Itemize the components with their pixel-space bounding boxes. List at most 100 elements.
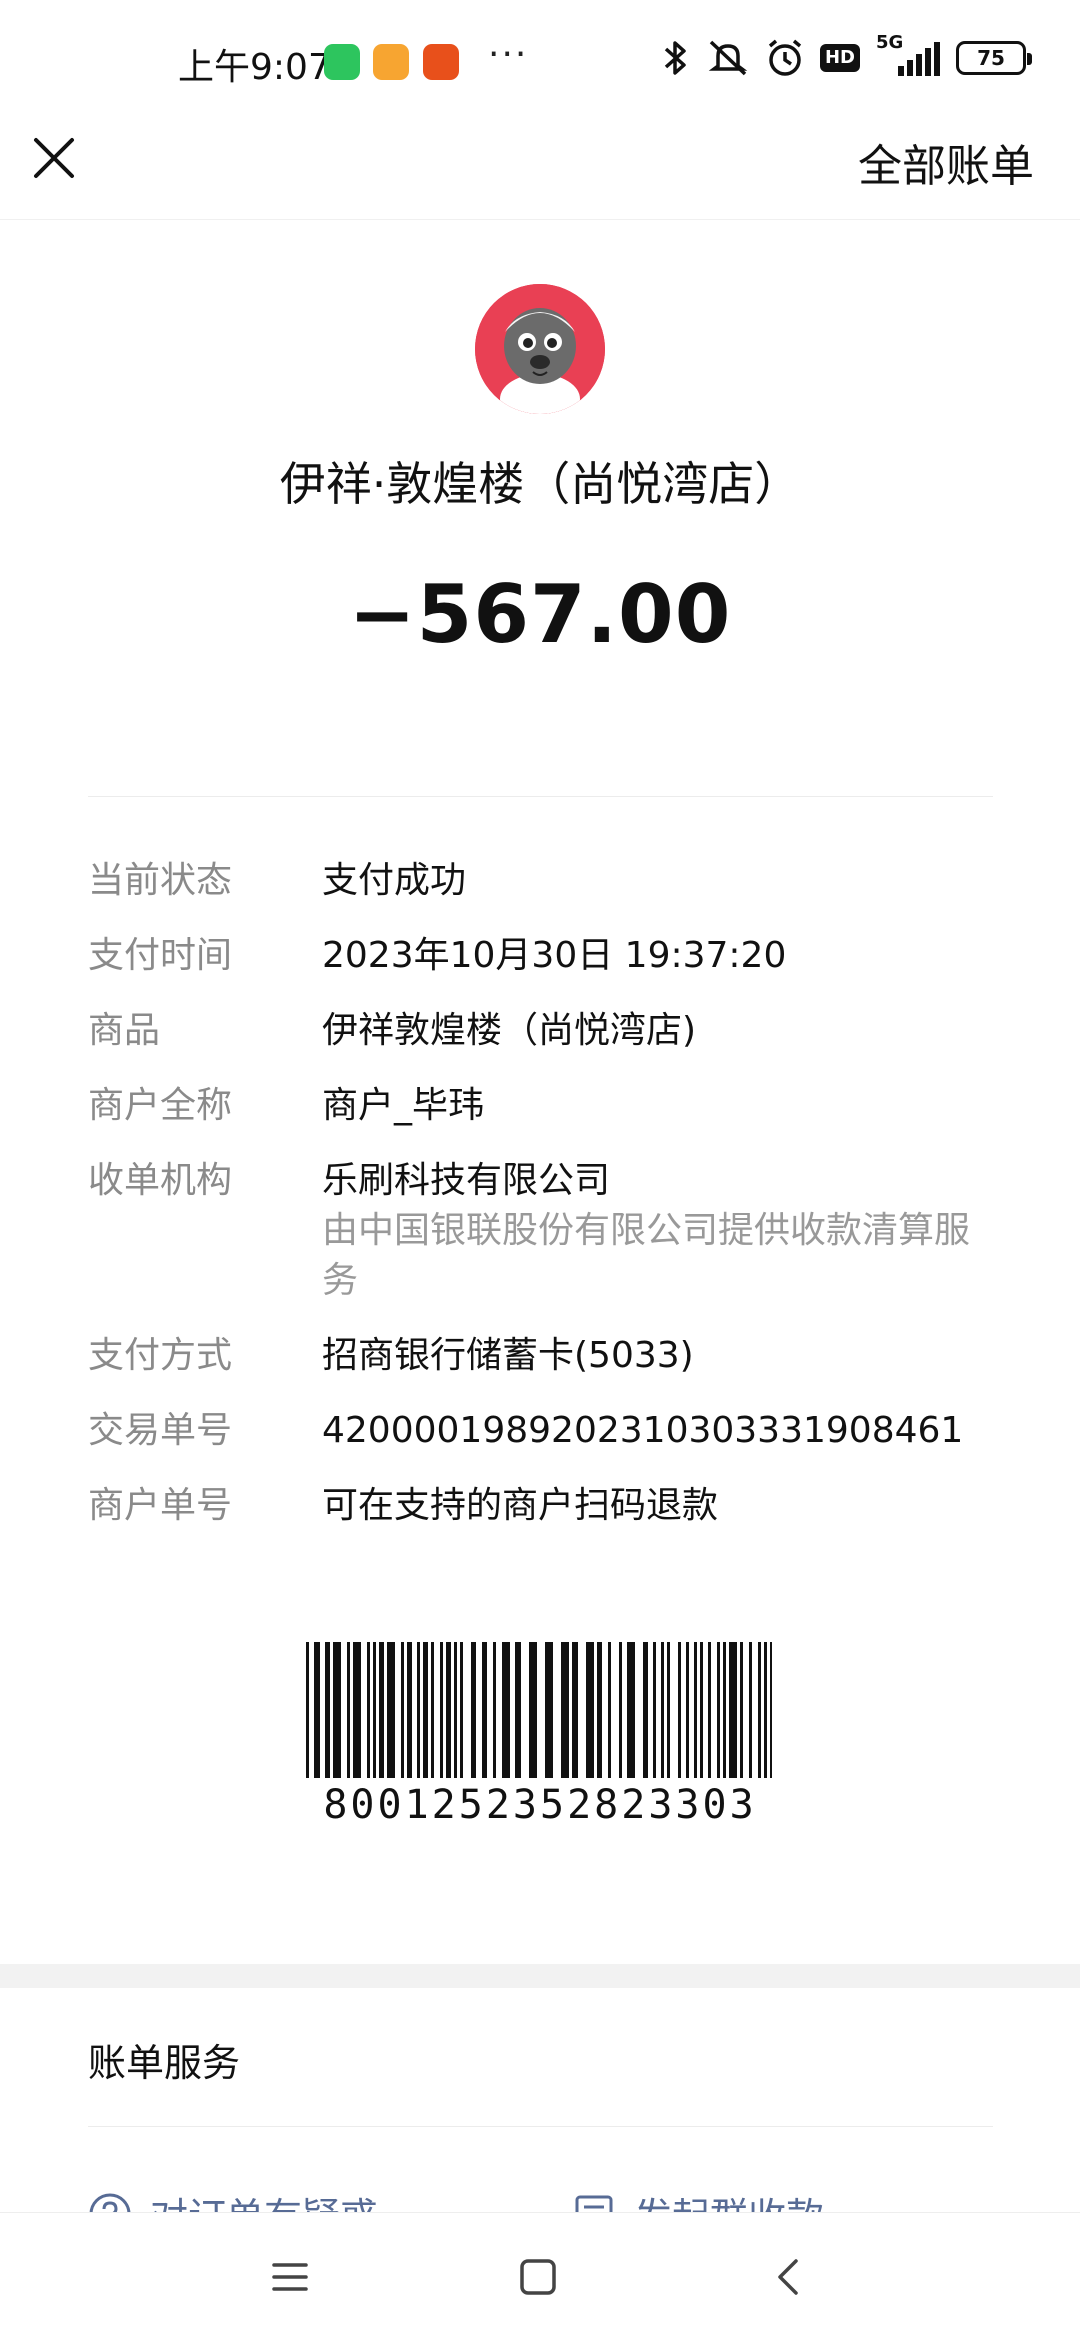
barcode-bar bbox=[729, 1642, 737, 1778]
barcode-bar bbox=[431, 1642, 434, 1778]
barcode-bar bbox=[471, 1642, 476, 1778]
barcode-bar bbox=[764, 1642, 767, 1778]
merchant-order-barcode bbox=[306, 1642, 772, 1778]
barcode-bar bbox=[333, 1642, 341, 1778]
barcode-bar bbox=[454, 1642, 457, 1778]
detail-label: 商户单号 bbox=[88, 1485, 233, 1526]
detail-row-merchant-fullname: 商户全称 商户_毕玮 bbox=[88, 1081, 1008, 1131]
acquirer-note: 由中国银联股份有限公司提供收款清算服务 bbox=[322, 1210, 971, 1301]
barcode-bar bbox=[717, 1642, 720, 1778]
detail-label: 支付时间 bbox=[88, 935, 233, 976]
barcode-bar bbox=[401, 1642, 404, 1778]
detail-value: 商户_毕玮 bbox=[322, 1085, 485, 1126]
barcode-bar bbox=[653, 1642, 656, 1778]
detail-row-merchant-order: 商户单号 可在支持的商户扫码退款 bbox=[88, 1481, 1008, 1531]
barcode-bar bbox=[758, 1642, 761, 1778]
close-icon[interactable] bbox=[30, 134, 78, 182]
more-notifications-icon: ··· bbox=[488, 34, 529, 75]
detail-row-product: 商品 伊祥敦煌楼（尚悦湾店) bbox=[88, 1006, 1008, 1056]
barcode-bar bbox=[493, 1642, 496, 1778]
detail-label: 收单机构 bbox=[88, 1160, 233, 1201]
divider bbox=[88, 2126, 993, 2127]
acquirer-name: 乐刷科技有限公司 bbox=[322, 1160, 611, 1201]
barcode-bar bbox=[545, 1642, 553, 1778]
barcode-bar bbox=[740, 1642, 743, 1778]
barcode-bar bbox=[686, 1642, 689, 1778]
merchant-avatar bbox=[475, 284, 605, 414]
menu-icon[interactable] bbox=[266, 2253, 314, 2301]
barcode-bar bbox=[694, 1642, 697, 1778]
status-bar: 上午9:07 ··· HD 5G 75 bbox=[0, 0, 1080, 120]
barcode-bar bbox=[440, 1642, 443, 1778]
back-icon[interactable] bbox=[766, 2253, 814, 2301]
detail-value: 乐刷科技有限公司 由中国银联股份有限公司提供收款清算服务 bbox=[322, 1156, 1002, 1306]
barcode-bar bbox=[627, 1642, 635, 1778]
app-notification-icon bbox=[373, 44, 409, 80]
barcode-bar bbox=[515, 1642, 521, 1778]
status-time: 上午9:07 bbox=[178, 47, 331, 88]
divider bbox=[88, 796, 993, 797]
battery-level: 75 bbox=[977, 46, 1005, 70]
barcode-number: 8001252352823303 bbox=[323, 1782, 757, 1828]
detail-row-time: 支付时间 2023年10月30日 19:37:20 bbox=[88, 931, 1008, 981]
bill-details: 当前状态 支付成功 支付时间 2023年10月30日 19:37:20 商品 伊… bbox=[88, 856, 1008, 1556]
barcode-bar bbox=[561, 1642, 569, 1778]
barcode-bar bbox=[502, 1642, 510, 1778]
honey-badger-mascot-icon bbox=[475, 284, 605, 414]
barcode-bar bbox=[417, 1642, 420, 1778]
barcode-bar bbox=[347, 1642, 350, 1778]
detail-row-status: 当前状态 支付成功 bbox=[88, 856, 1008, 906]
barcode-bar bbox=[770, 1642, 772, 1778]
barcode-bar bbox=[446, 1642, 451, 1778]
barcode-bar bbox=[619, 1642, 622, 1778]
detail-value: 支付成功 bbox=[322, 860, 467, 901]
barcode-bar bbox=[407, 1642, 412, 1778]
barcode-bar bbox=[608, 1642, 611, 1778]
system-navigation-bar bbox=[0, 2212, 1080, 2340]
detail-label: 当前状态 bbox=[88, 860, 233, 901]
detail-row-acquirer: 收单机构 乐刷科技有限公司 由中国银联股份有限公司提供收款清算服务 bbox=[88, 1156, 1008, 1306]
detail-value: 招商银行储蓄卡(5033) bbox=[322, 1335, 694, 1376]
barcode-bar bbox=[749, 1642, 752, 1778]
barcode-bar bbox=[423, 1642, 428, 1778]
barcode-bar bbox=[379, 1642, 384, 1778]
barcode-bar bbox=[586, 1642, 594, 1778]
detail-row-transaction-id: 交易单号 4200001989202310303331908461 bbox=[88, 1406, 1008, 1456]
battery-icon: 75 bbox=[956, 41, 1032, 75]
mute-bell-icon bbox=[708, 40, 748, 76]
detail-label: 交易单号 bbox=[88, 1410, 233, 1451]
barcode-bar bbox=[314, 1642, 320, 1778]
barcode-bar bbox=[373, 1642, 376, 1778]
alarm-icon bbox=[768, 39, 802, 76]
detail-label: 商品 bbox=[88, 1010, 161, 1051]
barcode-bar bbox=[723, 1642, 726, 1778]
barcode-bar bbox=[597, 1642, 602, 1778]
barcode-bar bbox=[667, 1642, 670, 1778]
detail-value: 可在支持的商户扫码退款 bbox=[322, 1485, 719, 1526]
detail-value: 4200001989202310303331908461 bbox=[322, 1410, 964, 1451]
section-separator bbox=[0, 1964, 1080, 1988]
barcode-bar bbox=[325, 1642, 330, 1778]
barcode-bar bbox=[708, 1642, 711, 1778]
barcode-bar bbox=[643, 1642, 648, 1778]
home-icon[interactable] bbox=[514, 2253, 562, 2301]
barcode-bar bbox=[678, 1642, 681, 1778]
status-icons: HD 5G 75 bbox=[660, 32, 1032, 78]
bill-service-title: 账单服务 bbox=[88, 2041, 241, 2085]
barcode-bar bbox=[353, 1642, 361, 1778]
top-navigation: 全部账单 bbox=[0, 120, 1080, 220]
barcode-bar bbox=[700, 1642, 703, 1778]
fund-app-notification-icon bbox=[423, 44, 459, 80]
barcode-bar bbox=[572, 1642, 578, 1778]
all-bills-link[interactable]: 全部账单 bbox=[858, 130, 1034, 194]
barcode-bar bbox=[529, 1642, 537, 1778]
wechat-notification-icon bbox=[324, 44, 360, 80]
bill-detail-screen: 上午9:07 ··· HD 5G 75 全部账单 伊祥·敦煌楼（尚悦湾店） −5… bbox=[0, 0, 1080, 2340]
detail-row-payment-method: 支付方式 招商银行储蓄卡(5033) bbox=[88, 1331, 1008, 1381]
merchant-name: 伊祥·敦煌楼（尚悦湾店） bbox=[279, 457, 801, 511]
barcode-bar bbox=[387, 1642, 395, 1778]
detail-label: 商户全称 bbox=[88, 1085, 233, 1126]
detail-value: 伊祥敦煌楼（尚悦湾店) bbox=[322, 1010, 697, 1051]
signal-icon: 5G bbox=[876, 32, 940, 78]
bluetooth-icon bbox=[664, 41, 686, 75]
